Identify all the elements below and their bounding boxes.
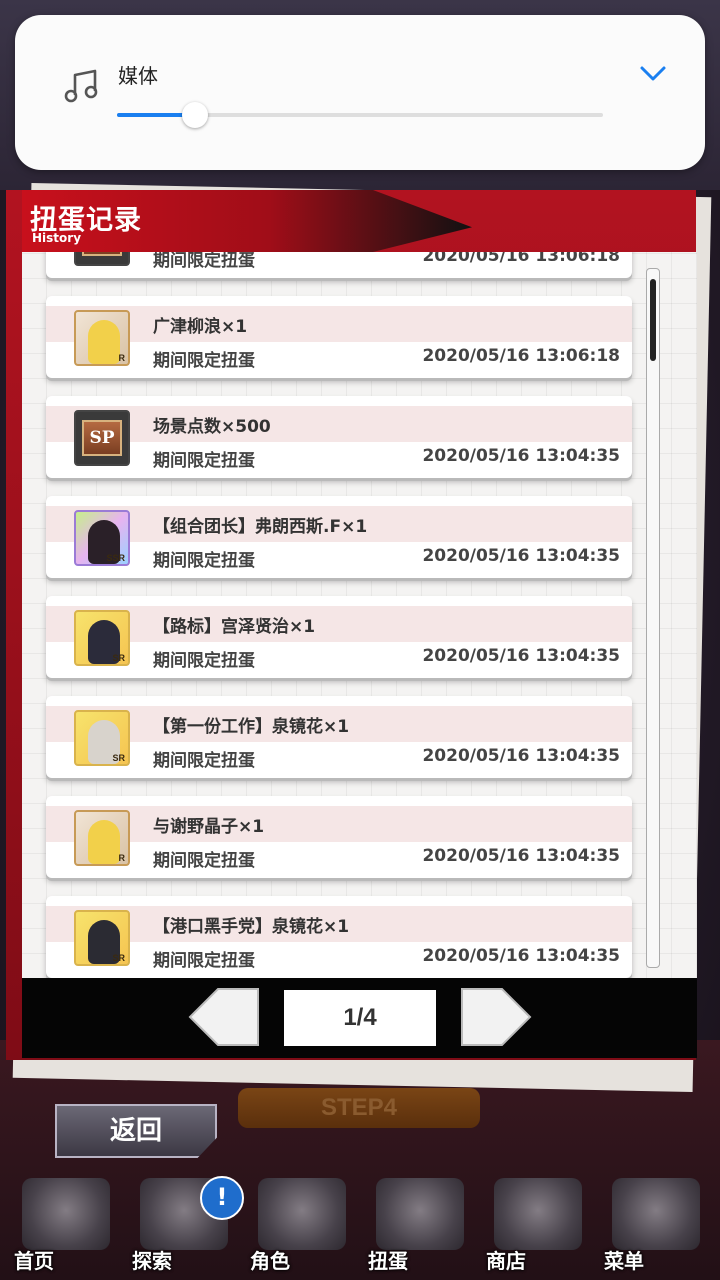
gear-icon — [612, 1178, 700, 1250]
sp-label: SP — [82, 420, 122, 456]
nav-label: 探索 — [132, 1249, 172, 1273]
gacha-source: 期间限定扭蛋 — [153, 851, 255, 871]
history-row: SR 【第一份工作】泉镜花×1 期间限定扭蛋 2020/05/16 13:04:35 — [46, 696, 632, 778]
timestamp: 2020/05/16 13:04:35 — [422, 846, 620, 866]
history-subtitle: History — [32, 231, 82, 245]
item-name: 与谢野晶子×1 — [153, 817, 265, 837]
character-face — [88, 320, 120, 364]
nav-label: 首页 — [14, 1249, 54, 1273]
scrollbar-thumb[interactable] — [650, 279, 656, 361]
history-row: SP 期间限定扭蛋 2020/05/16 13:06:18 — [46, 252, 632, 278]
row-highlight — [46, 406, 632, 442]
volume-slider[interactable] — [117, 102, 603, 128]
rarity-badge: R — [118, 353, 126, 363]
nav-label: 扭蛋 — [368, 1249, 408, 1273]
history-row: SP 场景点数×500 期间限定扭蛋 2020/05/16 13:04:35 — [46, 396, 632, 478]
item-name: 广津柳浪×1 — [153, 317, 248, 337]
timestamp: 2020/05/16 13:04:35 — [422, 546, 620, 566]
volume-slider-fill — [117, 113, 186, 117]
character-portrait: SSR — [74, 510, 130, 566]
next-page-button[interactable] — [460, 988, 532, 1046]
character-portrait: SR — [74, 710, 130, 766]
item-name: 【路标】宫泽贤治×1 — [153, 617, 316, 637]
rarity-badge: SR — [112, 953, 125, 963]
item-name: 【组合团长】弗朗西斯.F×1 — [153, 517, 368, 537]
nav-item[interactable]: 商店 — [480, 1172, 596, 1276]
nav-item[interactable]: 角色 — [244, 1172, 360, 1276]
item-name: 场景点数×500 — [153, 417, 271, 437]
character-portrait: SR — [74, 910, 130, 966]
character-face — [88, 820, 120, 864]
sp-label: SP — [82, 252, 122, 256]
scrollbar[interactable] — [646, 268, 660, 968]
gacha-source: 期间限定扭蛋 — [153, 551, 255, 571]
rarity-badge: SR — [112, 653, 125, 663]
gacha-icon — [376, 1178, 464, 1250]
history-row: R 广津柳浪×1 期间限定扭蛋 2020/05/16 13:06:18 — [46, 296, 632, 378]
row-highlight — [46, 806, 632, 842]
back-button-label[interactable]: 返回 — [55, 1104, 217, 1158]
sp-ticket-icon: SP — [74, 410, 130, 466]
characters-icon — [258, 1178, 346, 1250]
nav-label: 角色 — [250, 1249, 290, 1273]
gacha-source: 期间限定扭蛋 — [153, 252, 255, 271]
music-note-icon — [64, 69, 98, 103]
timestamp: 2020/05/16 13:04:35 — [422, 946, 620, 966]
timestamp: 2020/05/16 13:06:18 — [422, 252, 620, 266]
sp-ticket-icon: SP — [74, 252, 130, 266]
gacha-source: 期间限定扭蛋 — [153, 951, 255, 971]
gacha-source: 期间限定扭蛋 — [153, 451, 255, 471]
notification-badge: ! — [200, 1176, 244, 1220]
gacha-source: 期间限定扭蛋 — [153, 351, 255, 371]
nav-label: 菜单 — [604, 1249, 644, 1273]
timestamp: 2020/05/16 13:04:35 — [422, 746, 620, 766]
bottom-nav: 首页 探索 角色 扭蛋 商店 菜单 — [0, 1172, 720, 1280]
history-row: SSR 【组合团长】弗朗西斯.F×1 期间限定扭蛋 2020/05/16 13:04:… — [46, 496, 632, 578]
rarity-badge: SR — [112, 753, 125, 763]
row-highlight — [46, 606, 632, 642]
step-button[interactable]: STEP4 — [238, 1088, 480, 1128]
history-row: R 与谢野晶子×1 期间限定扭蛋 2020/05/16 13:04:35 — [46, 796, 632, 878]
history-row: SR 【路标】宫泽贤治×1 期间限定扭蛋 2020/05/16 13:04:35 — [46, 596, 632, 678]
nav-item[interactable]: 菜单 — [598, 1172, 714, 1276]
prev-page-button[interactable] — [188, 988, 260, 1046]
shop-icon — [494, 1178, 582, 1250]
rarity-badge: R — [118, 853, 126, 863]
timestamp: 2020/05/16 13:04:35 — [422, 646, 620, 666]
rarity-badge: SSR — [106, 553, 125, 563]
history-list[interactable]: SP 期间限定扭蛋 2020/05/16 13:06:18 R 广津柳浪×1 期间限定扭蛋… — [22, 252, 697, 978]
timestamp: 2020/05/16 13:06:18 — [422, 346, 620, 366]
history-row: SR 【港口黑手党】泉镜花×1 期间限定扭蛋 2020/05/16 13:04:35 — [46, 896, 632, 978]
character-portrait: R — [74, 310, 130, 366]
nav-item[interactable]: 首页 — [8, 1172, 124, 1276]
item-name: 【港口黑手党】泉镜花×1 — [153, 917, 350, 937]
chevron-down-icon[interactable] — [637, 61, 669, 85]
timestamp: 2020/05/16 13:04:35 — [422, 446, 620, 466]
nav-label: 商店 — [486, 1249, 526, 1273]
volume-slider-thumb[interactable] — [181, 102, 208, 128]
row-highlight — [46, 306, 632, 342]
character-portrait: SR — [74, 610, 130, 666]
gacha-source: 期间限定扭蛋 — [153, 751, 255, 771]
gacha-source: 期间限定扭蛋 — [153, 651, 255, 671]
home-icon — [22, 1178, 110, 1250]
character-portrait: R — [74, 810, 130, 866]
volume-label: 媒体 — [118, 64, 158, 88]
volume-panel: 媒体 — [15, 15, 705, 170]
item-name: 【第一份工作】泉镜花×1 — [153, 717, 350, 737]
page-indicator: 1/4 — [284, 990, 436, 1046]
nav-item[interactable]: 扭蛋 — [362, 1172, 478, 1276]
